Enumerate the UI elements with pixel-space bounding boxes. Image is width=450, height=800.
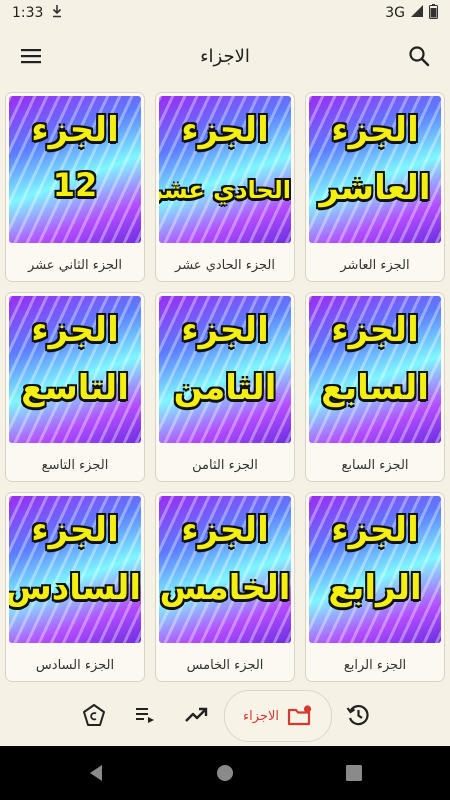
- nav-parts-label: الاجزاء: [243, 708, 279, 724]
- part-card-11[interactable]: الجزء الحادي عشر الجزء الحادي عشر: [155, 92, 295, 282]
- page-title: الاجزاء: [200, 45, 250, 67]
- status-time: 1:33: [12, 5, 44, 21]
- nav-parts-active[interactable]: الاجزاء: [224, 690, 332, 742]
- history-icon: [346, 705, 369, 726]
- folder-badge-icon: [287, 705, 312, 726]
- thumbnail-subtitle: الحادي عشر: [159, 176, 291, 204]
- part-card-9[interactable]: الجزء التاسع الجزء التاسع: [5, 292, 145, 482]
- part-caption: الجزء الحادي عشر: [175, 257, 275, 273]
- thumbnail-subtitle: السادس: [9, 568, 141, 608]
- nav-trending[interactable]: [181, 700, 211, 730]
- back-triangle-icon: [90, 765, 102, 781]
- part-card-7[interactable]: الجزء السابع الجزء السابع: [305, 292, 445, 482]
- part-card-10[interactable]: الجزء العاشر الجزء العاشر: [305, 92, 445, 282]
- system-back-button[interactable]: [86, 763, 106, 783]
- status-bar: 1:33 3G: [0, 0, 450, 26]
- part-caption: الجزء الرابع: [343, 657, 407, 673]
- parts-grid: الجزء العاشر الجزء العاشر الجزء الحادي ع…: [5, 92, 445, 682]
- top-app-bar: الاجزاء: [0, 34, 450, 78]
- part-thumbnail: الجزء 12: [9, 96, 141, 243]
- part-thumbnail: الجزء الحادي عشر: [159, 96, 291, 243]
- thumbnail-title: الجزء: [181, 310, 269, 350]
- thumbnail-title: الجزء: [181, 510, 269, 550]
- part-thumbnail: الجزء السابع: [309, 296, 441, 443]
- trending-up-icon: [185, 707, 208, 722]
- thumbnail-subtitle: العاشر: [319, 168, 431, 208]
- status-left: 1:33: [12, 4, 63, 22]
- download-icon: [51, 4, 63, 22]
- thumbnail-title: الجزء: [331, 310, 419, 350]
- nav-home[interactable]: [79, 700, 109, 730]
- part-caption: الجزء الثامن: [192, 457, 258, 473]
- thumbnail-subtitle: الثامن: [173, 368, 277, 408]
- battery-icon: [429, 3, 438, 23]
- playlist-icon: [136, 708, 154, 723]
- system-recents-button[interactable]: [344, 763, 364, 783]
- hamburger-menu-icon: [21, 49, 41, 64]
- thumbnail-subtitle: الرابع: [328, 568, 422, 608]
- menu-button[interactable]: [14, 39, 48, 73]
- part-caption: الجزء السادس: [35, 657, 115, 673]
- part-thumbnail: الجزء العاشر: [309, 96, 441, 243]
- part-caption: الجزء التاسع: [41, 457, 109, 473]
- signal-icon: [410, 4, 424, 22]
- pentagon-home-icon: [83, 704, 105, 726]
- part-thumbnail: الجزء الرابع: [309, 496, 441, 643]
- nav-playlist[interactable]: [130, 700, 160, 730]
- thumbnail-title: الجزء: [31, 310, 119, 350]
- part-thumbnail: الجزء الثامن: [159, 296, 291, 443]
- thumbnail-subtitle: 12: [52, 166, 98, 204]
- thumbnail-title: الجزء: [331, 110, 419, 150]
- network-type: 3G: [385, 5, 405, 21]
- search-icon: [409, 46, 430, 67]
- part-card-12[interactable]: الجزء 12 الجزء الثاني عشر: [5, 92, 145, 282]
- system-home-button[interactable]: [215, 763, 235, 783]
- part-thumbnail: الجزء التاسع: [9, 296, 141, 443]
- part-caption: الجزء السابع: [341, 457, 409, 473]
- thumbnail-title: الجزء: [181, 110, 269, 150]
- thumbnail-subtitle: التاسع: [21, 368, 129, 408]
- system-navigation-bar: [0, 746, 450, 800]
- part-thumbnail: الجزء السادس: [9, 496, 141, 643]
- thumbnail-subtitle: الخامس: [159, 568, 291, 608]
- status-right: 3G: [385, 3, 438, 23]
- thumbnail-title: الجزء: [31, 510, 119, 550]
- thumbnail-title: الجزء: [31, 110, 119, 150]
- part-card-4[interactable]: الجزء الرابع الجزء الرابع: [305, 492, 445, 682]
- thumbnail-title: الجزء: [331, 510, 419, 550]
- part-caption: الجزء العاشر: [340, 257, 410, 273]
- nav-history[interactable]: [343, 700, 373, 730]
- part-caption: الجزء الثاني عشر: [28, 257, 122, 273]
- thumbnail-subtitle: السابع: [321, 368, 429, 408]
- part-card-6[interactable]: الجزء السادس الجزء السادس: [5, 492, 145, 682]
- part-caption: الجزء الخامس: [186, 657, 264, 673]
- part-card-5[interactable]: الجزء الخامس الجزء الخامس: [155, 492, 295, 682]
- bottom-navigation: الاجزاء: [0, 686, 450, 746]
- recents-square-icon: [346, 765, 362, 781]
- part-card-8[interactable]: الجزء الثامن الجزء الثامن: [155, 292, 295, 482]
- part-thumbnail: الجزء الخامس: [159, 496, 291, 643]
- search-button[interactable]: [402, 39, 436, 73]
- home-circle-icon: [217, 765, 233, 781]
